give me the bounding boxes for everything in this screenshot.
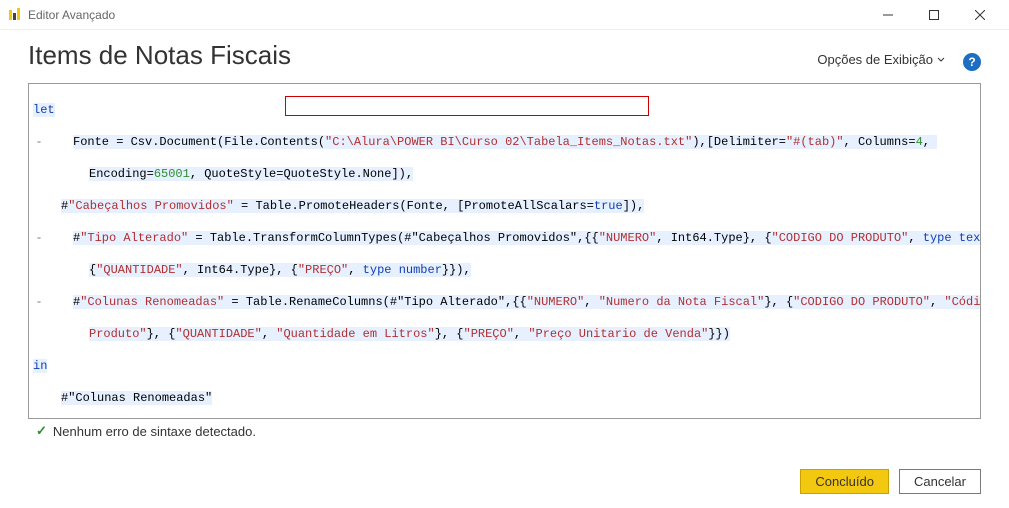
help-icon[interactable]: ? bbox=[963, 53, 981, 71]
maximize-button[interactable] bbox=[911, 0, 957, 30]
app-icon bbox=[8, 8, 22, 22]
syntax-status-text: Nenhum erro de sintaxe detectado. bbox=[53, 424, 256, 439]
done-button[interactable]: Concluído bbox=[800, 469, 889, 494]
close-button[interactable] bbox=[957, 0, 1003, 30]
fold-toggle-icon[interactable]: - bbox=[33, 230, 45, 246]
syntax-status: ✓ Nenhum erro de sintaxe detectado. bbox=[36, 423, 973, 439]
cancel-button[interactable]: Cancelar bbox=[899, 469, 981, 494]
display-options-label: Opções de Exibição bbox=[817, 52, 933, 67]
check-icon: ✓ bbox=[36, 423, 47, 439]
code-content: let -Fonte = Csv.Document(File.Contents(… bbox=[29, 84, 980, 419]
chevron-down-icon bbox=[937, 52, 945, 67]
fold-toggle-icon[interactable]: - bbox=[33, 294, 45, 310]
footer-buttons: Concluído Cancelar bbox=[800, 469, 981, 494]
code-editor[interactable]: let -Fonte = Csv.Document(File.Contents(… bbox=[28, 83, 981, 419]
fold-toggle-icon[interactable]: - bbox=[33, 134, 45, 150]
display-options-dropdown[interactable]: Opções de Exibição bbox=[817, 52, 945, 71]
titlebar: Editor Avançado bbox=[0, 0, 1009, 30]
header: Items de Notas Fiscais Opções de Exibiçã… bbox=[0, 30, 1009, 77]
page-title: Items de Notas Fiscais bbox=[28, 40, 817, 71]
window-title: Editor Avançado bbox=[28, 8, 115, 22]
minimize-button[interactable] bbox=[865, 0, 911, 30]
